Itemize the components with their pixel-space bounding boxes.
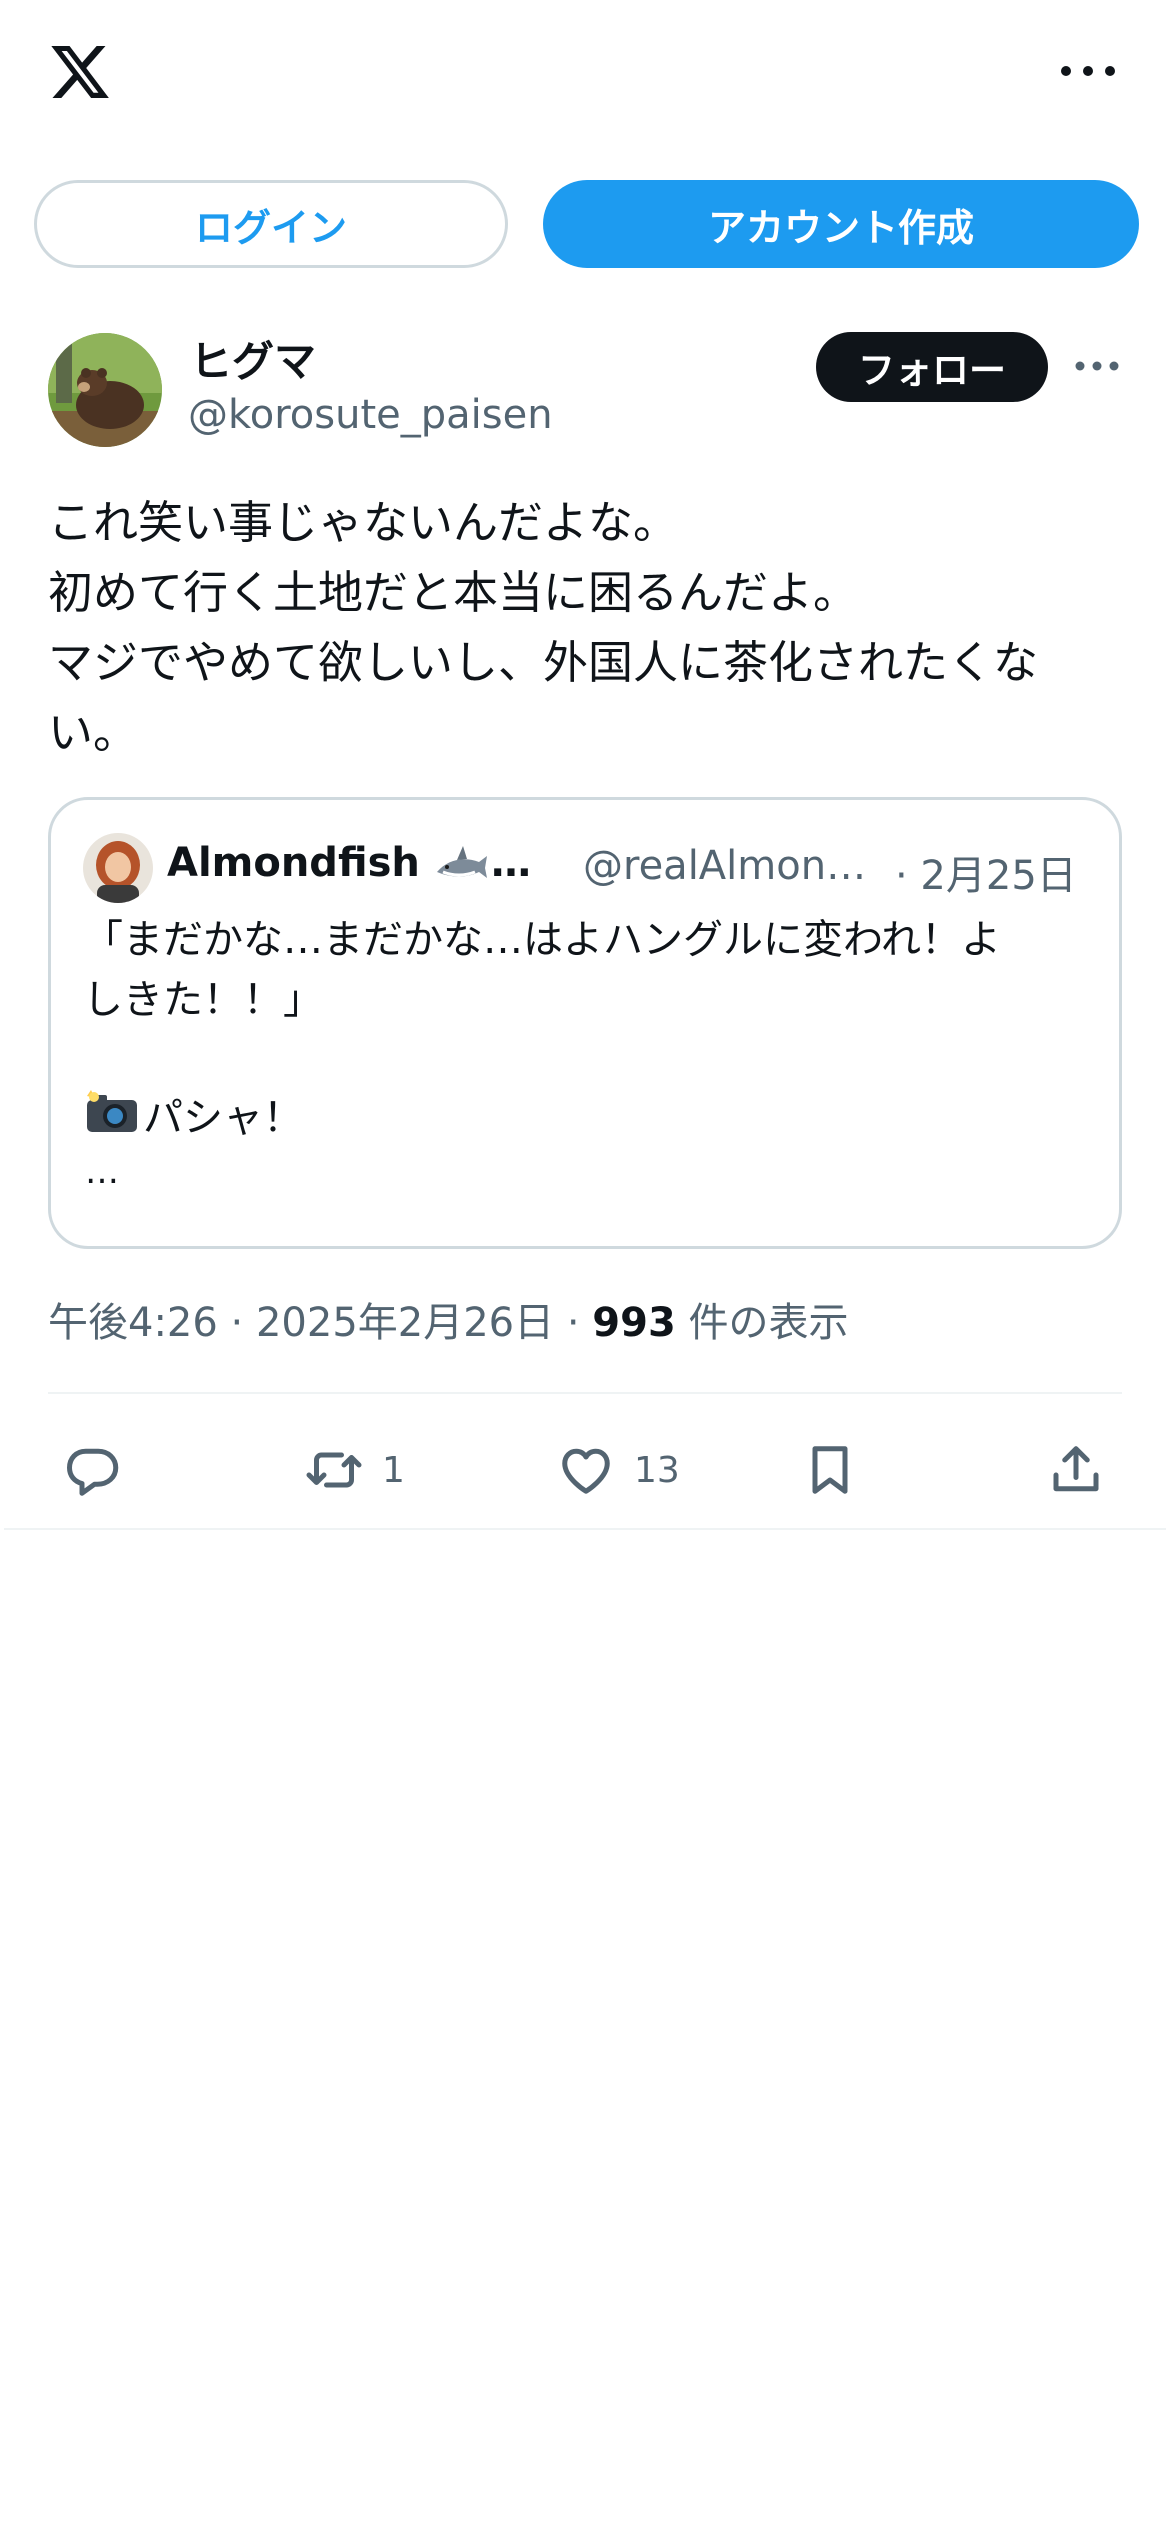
bookmark-button[interactable] xyxy=(800,1440,860,1500)
post-date[interactable]: 2025年2月26日 xyxy=(256,1300,554,1346)
like-count: 13 xyxy=(634,1449,680,1491)
quoted-name-ellipsis: … xyxy=(491,840,531,886)
action-bar: 1 13 xyxy=(0,1420,1170,1520)
reply-button[interactable] xyxy=(62,1440,122,1500)
camera-flash-emoji-icon xyxy=(87,1090,137,1132)
quoted-handle[interactable]: @realAlmon… xyxy=(583,843,866,889)
meta-separator: · xyxy=(217,1300,256,1346)
top-bar xyxy=(0,0,1170,150)
x-logo-icon[interactable] xyxy=(46,40,114,104)
views-count: 993 xyxy=(592,1300,676,1346)
share-button[interactable] xyxy=(1046,1440,1106,1500)
retweet-button[interactable]: 1 xyxy=(304,1440,405,1500)
heart-icon xyxy=(562,1448,610,1494)
person-avatar-image xyxy=(83,833,153,903)
more-horizontal-icon[interactable] xyxy=(1058,56,1118,86)
tweet-text: これ笑い事じゃないんだよな。 初めて行く土地だと本当に困るんだよ。 マジでやめて… xyxy=(48,496,1039,759)
post-more-icon[interactable] xyxy=(1074,354,1120,378)
divider xyxy=(4,1528,1166,1530)
login-button[interactable]: ログイン xyxy=(34,180,508,268)
quoted-camera-text: パシャ！ xyxy=(143,1095,303,1141)
bookmark-icon xyxy=(812,1446,848,1494)
quoted-date[interactable]: · 2月25日 xyxy=(895,843,1077,901)
quoted-display-name[interactable]: Almondfish xyxy=(167,840,420,886)
quoted-avatar[interactable] xyxy=(83,833,153,903)
quoted-text: 「まだかな…まだかな…はよハングルに変われ！よ しきた！！」 xyxy=(83,917,1001,1023)
meta-separator: · xyxy=(554,1300,593,1346)
quoted-tweet[interactable]: Almondfish … @realAlmon… · 2月25日 「まだかな…ま… xyxy=(48,797,1122,1249)
retweet-count: 1 xyxy=(382,1449,405,1491)
avatar[interactable] xyxy=(48,333,162,447)
quoted-truncation: … xyxy=(85,1152,119,1192)
shark-emoji-icon xyxy=(437,846,487,878)
display-name[interactable]: ヒグマ xyxy=(190,328,316,389)
like-button[interactable]: 13 xyxy=(556,1440,680,1500)
create-account-button[interactable]: アカウント作成 xyxy=(543,180,1139,268)
retweet-icon xyxy=(306,1452,362,1488)
post-time[interactable]: 午後4:26 xyxy=(48,1300,218,1346)
user-handle[interactable]: @korosute_paisen xyxy=(188,392,553,438)
bear-avatar-image xyxy=(48,333,162,447)
follow-button[interactable]: フォロー xyxy=(816,332,1048,402)
divider xyxy=(48,1392,1122,1394)
reply-icon xyxy=(67,1448,119,1496)
views-label: 件の表示 xyxy=(675,1300,849,1346)
post-meta: 午後4:26 · 2025年2月26日 · 993 件の表示 xyxy=(48,1290,849,1348)
share-icon xyxy=(1053,1446,1099,1492)
